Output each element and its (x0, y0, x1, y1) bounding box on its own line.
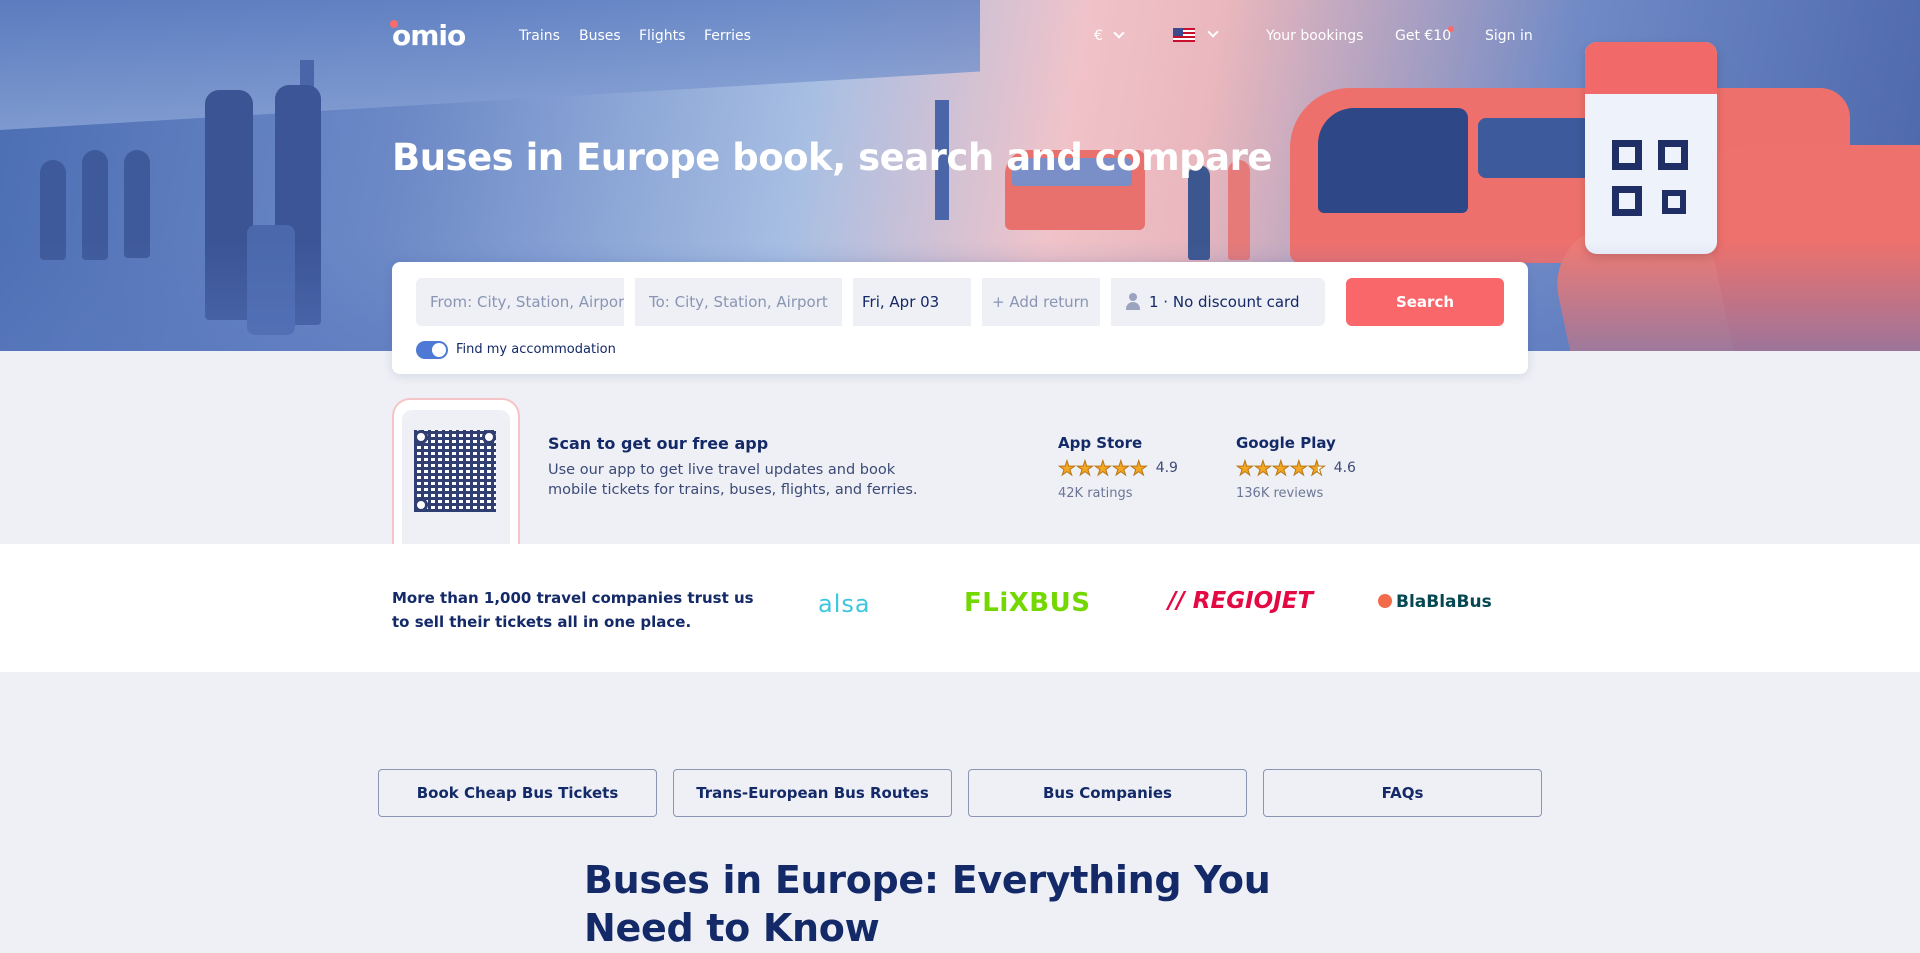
logo-text: omio (392, 19, 466, 52)
app-promo-description: Use our app to get live travel updates a… (548, 462, 918, 498)
search-button[interactable]: Search (1346, 278, 1504, 326)
star-icon: ★ (1129, 456, 1148, 480)
app-qr-code-icon (414, 430, 496, 512)
store-name: App Store (1058, 434, 1143, 452)
chevron-down-icon (1113, 27, 1125, 39)
partners-text: More than 1,000 travel companies trust u… (392, 589, 754, 631)
from-placeholder: From: City, Station, Airport (430, 293, 624, 311)
from-input[interactable]: From: City, Station, Airport (416, 278, 624, 326)
bus-window-illustration (1318, 108, 1468, 213)
top-navigation: omio Trains Buses Flights Ferries € Your… (390, 19, 1533, 52)
to-placeholder: To: City, Station, Airport (649, 293, 828, 311)
departure-date-field[interactable]: Fri, Apr 03 (853, 278, 971, 326)
flixbus-logo: FLiXBUS (964, 588, 1091, 618)
currency-symbol: € (1094, 28, 1103, 44)
promo-label: Get €10 (1395, 28, 1452, 44)
section-title: Buses in Europe: Everything You Need to … (584, 858, 1271, 950)
regiojet-logo: // REGIOJET (1168, 588, 1314, 614)
blablabus-logo: BlaBlaBus (1378, 592, 1492, 612)
star-rating: ★ ★ ★ ★ ★ 4.9 (1058, 456, 1178, 480)
language-selector[interactable] (1173, 26, 1219, 43)
notification-dot (1448, 26, 1454, 32)
star-icon: ★ (1075, 456, 1094, 480)
sign-in-link[interactable]: Sign in (1485, 28, 1533, 44)
nav-link-buses[interactable]: Buses (579, 28, 621, 44)
get-reward-link[interactable]: Get €10 (1395, 28, 1451, 44)
omio-logo[interactable]: omio (390, 19, 466, 52)
currency-selector[interactable]: € (1094, 27, 1125, 44)
star-icon: ★ (1093, 456, 1112, 480)
half-star-icon: ★ (1307, 456, 1326, 480)
app-promo-title: Scan to get our free app (548, 434, 769, 453)
star-icon: ★ (1111, 456, 1130, 480)
accommodation-label: Find my accommodation (456, 342, 616, 357)
phone-illustration (392, 398, 520, 544)
tab-faqs[interactable]: FAQs (1263, 769, 1542, 817)
blablabus-icon (1378, 594, 1392, 608)
tab-bus-companies[interactable]: Bus Companies (968, 769, 1247, 817)
return-label: + Add return (992, 293, 1090, 311)
qr-corner (482, 430, 496, 444)
rating-count: 42K ratings (1058, 486, 1133, 501)
search-form: From: City, Station, Airport To: City, S… (392, 262, 1528, 374)
passengers-label: 1 · No discount card (1149, 293, 1300, 311)
star-icon: ★ (1058, 456, 1077, 480)
store-name: Google Play (1236, 434, 1336, 452)
ticket-header-illustration (1585, 42, 1717, 94)
star-icon: ★ (1289, 456, 1308, 480)
blablabus-name: BlaBlaBus (1396, 592, 1492, 612)
to-input[interactable]: To: City, Station, Airport (635, 278, 842, 326)
your-bookings-link[interactable]: Your bookings (1266, 28, 1363, 44)
return-date-field[interactable]: + Add return (982, 278, 1100, 326)
rating-value: 4.6 (1333, 460, 1356, 476)
star-icon: ★ (1271, 456, 1290, 480)
nav-link-ferries[interactable]: Ferries (704, 28, 751, 44)
passengers-field[interactable]: 1 · No discount card (1111, 278, 1325, 326)
star-icon: ★ (1253, 456, 1272, 480)
qr-corner (414, 430, 428, 444)
qr-corner (414, 498, 428, 512)
us-flag-icon (1173, 28, 1195, 42)
rating-count: 136K reviews (1236, 486, 1324, 501)
departure-date: Fri, Apr 03 (862, 293, 940, 311)
star-icon: ★ (1236, 456, 1255, 480)
tab-trans-european-bus-routes[interactable]: Trans-European Bus Routes (673, 769, 952, 817)
logo-dot-icon (390, 20, 398, 28)
hero-title: Buses in Europe book, search and compare (392, 136, 1272, 179)
tab-book-cheap-bus-tickets[interactable]: Book Cheap Bus Tickets (378, 769, 657, 817)
star-rating: ★ ★ ★ ★ ★ 4.6 (1236, 456, 1356, 480)
station-canopy-illustration (0, 0, 980, 130)
nav-link-trains[interactable]: Trains (519, 28, 560, 44)
qr-code-icon (1612, 140, 1692, 220)
alsa-logo: alsa (818, 590, 871, 618)
nav-link-flights[interactable]: Flights (639, 28, 685, 44)
chevron-down-icon (1207, 26, 1219, 38)
phone-notch (434, 404, 478, 408)
partners-section: More than 1,000 travel companies trust u… (0, 544, 1920, 672)
app-store-rating[interactable]: App Store ★ ★ ★ ★ ★ 4.9 42K ratings (1058, 434, 1178, 501)
rating-value: 4.9 (1155, 460, 1178, 476)
person-icon (1125, 293, 1141, 311)
accommodation-toggle[interactable] (416, 341, 448, 359)
google-play-rating[interactable]: Google Play ★ ★ ★ ★ ★ 4.6 136K reviews (1236, 434, 1356, 501)
